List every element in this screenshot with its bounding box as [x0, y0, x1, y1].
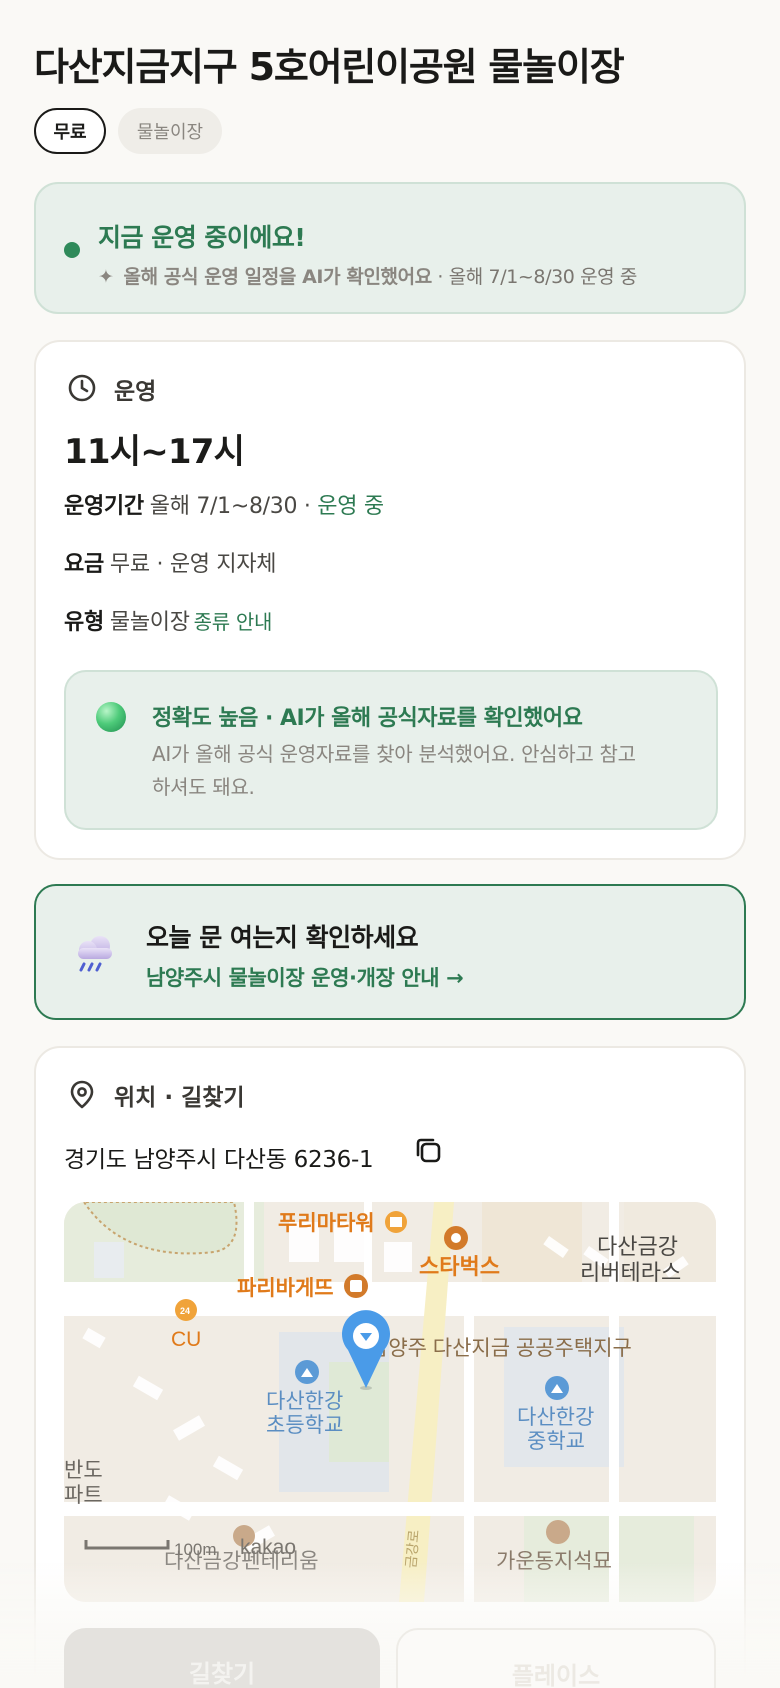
map-label-cu: CU — [171, 1328, 201, 1351]
type-label: 유형 — [64, 610, 104, 635]
map-label-dasan-river-2: 리버테라스 — [580, 1260, 681, 1285]
map-label-bando-2: 파트 — [64, 1484, 103, 1507]
page: 다산지금지구 5호어린이공원 물놀이장 무료 물놀이장 지금 운영 중이에요! … — [0, 0, 780, 1688]
copy-icon[interactable] — [412, 1134, 444, 1166]
type-tag[interactable]: 물놀이장 — [118, 108, 222, 154]
directions-label: 길찾기 — [188, 1660, 256, 1688]
map-scale-label: 100m — [174, 1540, 217, 1559]
period-row: 운영기간 올해 7/1~8/30 · 운영 중 — [64, 488, 384, 520]
period-status: 운영 중 — [317, 494, 384, 519]
status-title: 지금 운영 중이에요! — [98, 223, 306, 252]
map-label-middle-2: 중학교 — [527, 1430, 585, 1453]
fee-row: 요금 무료 · 운영 지자체 — [64, 546, 277, 578]
hours-card: 운영 11시~17시 운영기간 올해 7/1~8/30 · 운영 중 요금 무료 ·… — [34, 340, 746, 860]
operating-hours: 11시~17시 — [64, 432, 245, 472]
hours-section-title: 운영 — [114, 379, 157, 405]
place-label: 플레이스 — [511, 1662, 601, 1688]
directions-button[interactable]: 길찾기 — [64, 1628, 380, 1688]
map-label-paris: 파리바게뜨 — [237, 1277, 334, 1300]
fee-value: 무료 · 운영 지자체 — [109, 552, 277, 577]
status-dot-icon — [64, 242, 80, 258]
map-label-middle-1: 다산한강 — [517, 1406, 594, 1429]
address-text: 경기도 남양주시 다산동 6236-1 — [64, 1147, 374, 1173]
location-section-title: 위치 · 길찾기 — [114, 1085, 245, 1111]
place-button[interactable]: 플레이스 — [396, 1628, 716, 1688]
clock-icon — [68, 374, 96, 402]
map-label-dasan-river-1: 다산금강 — [597, 1234, 678, 1259]
map-kakao-logo: kakao — [240, 1536, 296, 1559]
rain-cloud-icon — [78, 936, 112, 972]
map-label-elementary-1: 다산한강 — [266, 1390, 343, 1413]
location-map[interactable]: 푸리마타워 스타벅스 다산금강 리버테라스 파리바게뜨 24 CU 남양주 다산… — [64, 1202, 716, 1602]
status-subtitle: ✦ 올해 공식 운영 일정을 AI가 확인했어요 · 올해 7/1~8/30 운영… — [98, 262, 637, 289]
type-row: 유형 물놀이장 종류 안내 — [64, 604, 272, 636]
notice-title: 오늘 문 여는지 확인하세요 — [146, 923, 419, 952]
accuracy-orb-icon — [96, 702, 126, 732]
open-check-notice[interactable]: 오늘 문 여는지 확인하세요 남양주시 물놀이장 운영·개장 안내 → — [34, 884, 746, 1020]
map-label-starbucks: 스타벅스 — [419, 1254, 500, 1279]
sparkle-icon: ✦ — [98, 266, 114, 288]
type-guide-link[interactable]: 종류 안내 — [194, 610, 273, 634]
type-value: 물놀이장 — [109, 610, 190, 635]
map-label-elementary-2: 초등학교 — [266, 1414, 343, 1437]
map-label-bando-1: 반도 — [64, 1459, 103, 1482]
svg-text:24: 24 — [180, 1306, 190, 1316]
period-value: 올해 7/1~8/30 · — [149, 494, 318, 519]
operation-guide-link[interactable]: 남양주시 물놀이장 운영·개장 안내 → — [146, 962, 464, 992]
accuracy-description: AI가 올해 공식 운영자료를 찾아 분석했어요. 안심하고 참고하셔도 돼요. — [152, 742, 636, 799]
status-sub-strong: 올해 공식 운영 일정을 AI가 확인했어요 — [123, 266, 433, 288]
page-title: 다산지금지구 5호어린이공원 물놀이장 — [34, 45, 625, 89]
operating-status-card: 지금 운영 중이에요! ✦ 올해 공식 운영 일정을 AI가 확인했어요 · 올해… — [34, 182, 746, 314]
fee-tag[interactable]: 무료 — [34, 108, 106, 154]
map-pin-icon — [70, 1080, 94, 1109]
accuracy-title: 정확도 높음 · AI가 올해 공식자료를 확인했어요 — [152, 706, 583, 731]
fee-label: 요금 — [64, 552, 104, 577]
accuracy-box: 정확도 높음 · AI가 올해 공식자료를 확인했어요 AI가 올해 공식 운영… — [64, 670, 718, 830]
period-label: 운영기간 — [64, 494, 144, 519]
map-label-puri: 푸리마타워 — [278, 1212, 375, 1235]
map-label-housing: 남양주 다산지금 공공주택지구 — [369, 1337, 632, 1360]
status-sub-rest: · 올해 7/1~8/30 운영 중 — [431, 266, 637, 288]
